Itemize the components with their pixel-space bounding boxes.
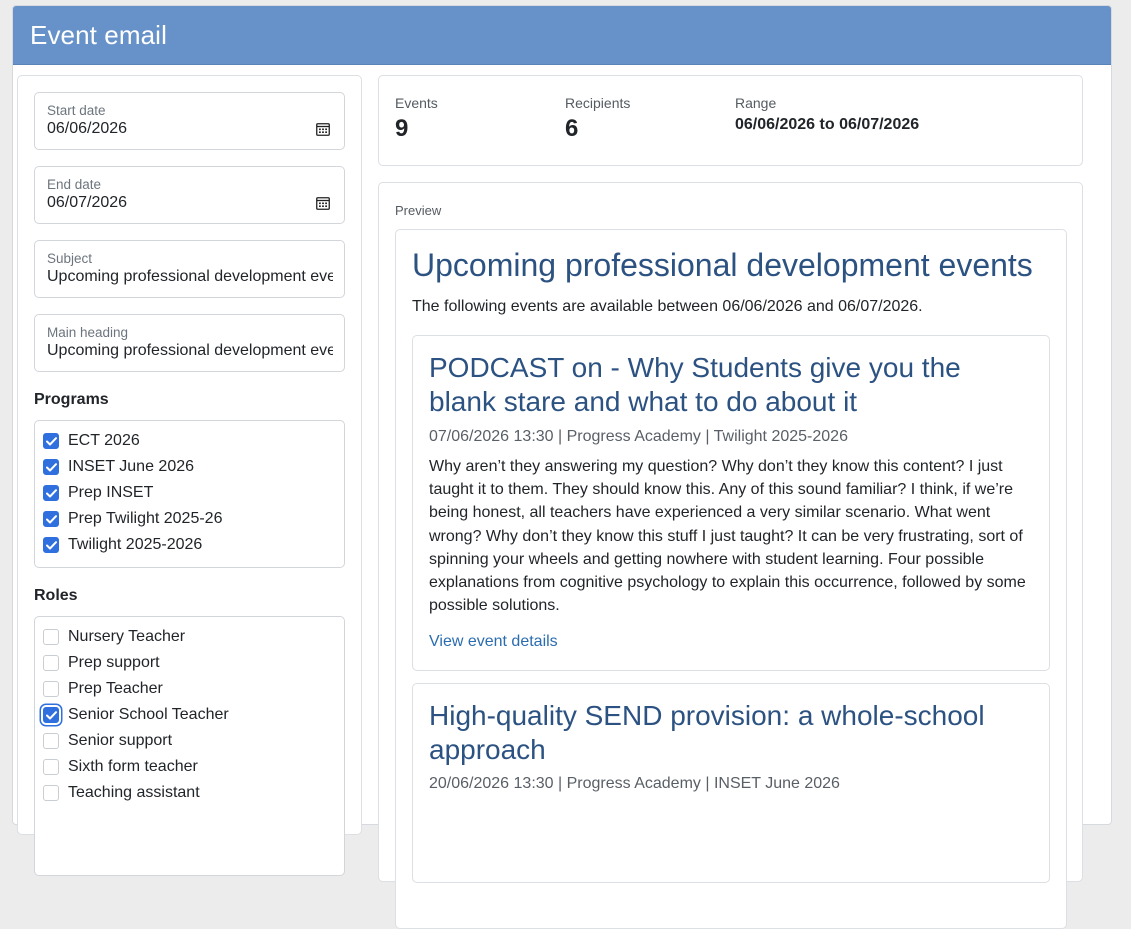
checked-checkbox[interactable] [43, 459, 59, 475]
role-label: Prep support [68, 654, 160, 671]
checked-checkbox[interactable] [43, 511, 59, 527]
program-checkbox-row[interactable]: Prep INSET [43, 482, 153, 504]
end-date-value[interactable]: 06/07/2026 [47, 194, 333, 212]
event-title: PODCAST on - Why Students give you the b… [429, 352, 961, 417]
checkmark-icon [45, 514, 57, 523]
main-heading-label: Main heading [47, 325, 129, 340]
programs-list: ECT 2026 INSET June 2026 Prep INSET Prep Tw… [34, 420, 345, 568]
event-description: Why aren’t they answering my question? W… [429, 458, 1026, 615]
preview-panel: Preview Upcoming professional developmen… [378, 182, 1083, 929]
checkmark-icon [45, 462, 57, 471]
role-label: Prep Teacher [68, 680, 163, 697]
checked-checkbox[interactable] [43, 485, 59, 501]
event-meta: 07/06/2026 13:30 | Progress Academy | Tw… [429, 428, 848, 445]
calendar-icon[interactable] [316, 122, 330, 136]
role-label: Sixth form teacher [68, 758, 198, 775]
start-date-value[interactable]: 06/06/2026 [47, 120, 333, 138]
program-label: Prep INSET [68, 484, 154, 501]
events-stat: Events 9 [395, 95, 438, 143]
program-label: INSET June 2026 [68, 458, 195, 475]
role-checkbox-row[interactable]: Nursery Teacher [43, 626, 185, 648]
start-date-field[interactable]: Start date 06/06/2026 [34, 92, 345, 150]
events-count: 9 [395, 115, 409, 142]
program-label: Twilight 2025-2026 [68, 536, 203, 553]
role-label: Senior School Teacher [68, 706, 229, 723]
program-label: Prep Twilight 2025-26 [68, 510, 223, 527]
program-checkbox-row[interactable]: ECT 2026 [43, 430, 140, 452]
checked-checkbox[interactable] [43, 707, 59, 723]
start-date-label: Start date [47, 103, 106, 118]
filter-panel: Start date 06/06/2026 End date 06/07/202… [17, 75, 362, 876]
email-heading: Upcoming professional development events [412, 247, 1033, 283]
range-value: 06/06/2026 to 06/07/2026 [735, 116, 920, 133]
role-checkbox-row[interactable]: Teaching assistant [43, 782, 200, 804]
main-heading-field[interactable]: Main heading Upcoming professional devel… [34, 314, 345, 372]
checkmark-icon [45, 540, 57, 549]
program-label: ECT 2026 [68, 432, 140, 449]
event-card: High-quality SEND provision: a whole-sch… [412, 683, 1050, 883]
unchecked-checkbox[interactable] [43, 681, 59, 697]
subject-input[interactable]: Upcoming professional development eve [47, 268, 333, 286]
unchecked-checkbox[interactable] [43, 733, 59, 749]
unchecked-checkbox[interactable] [43, 759, 59, 775]
email-intro: The following events are available betwe… [412, 298, 923, 315]
roles-list: Nursery Teacher Prep support Prep Teacher S… [34, 616, 345, 876]
role-checkbox-row[interactable]: Prep support [43, 652, 160, 674]
summary-stats: Events 9 Recipients 6 Range 06/06/2026 t… [378, 75, 1083, 166]
view-event-details-link[interactable]: View event details [429, 633, 558, 651]
checkmark-icon [45, 710, 57, 719]
program-checkbox-row[interactable]: Twilight 2025-2026 [43, 534, 202, 556]
programs-title: Programs [34, 391, 109, 408]
window-title: Event email [30, 19, 167, 50]
checkmark-icon [45, 488, 57, 497]
range-stat: Range 06/06/2026 to 06/07/2026 [735, 95, 919, 134]
preview-label: Preview [395, 203, 442, 218]
recipients-label: Recipients [565, 95, 631, 111]
unchecked-checkbox[interactable] [43, 785, 59, 801]
title-bar: Event email [13, 6, 1111, 65]
calendar-icon[interactable] [316, 196, 330, 210]
role-checkbox-row[interactable]: Senior School Teacher [43, 704, 229, 726]
subject-label: Subject [47, 251, 93, 266]
event-card: PODCAST on - Why Students give you the b… [412, 335, 1050, 671]
main-heading-input[interactable]: Upcoming professional development eve [47, 342, 333, 360]
role-checkbox-row[interactable]: Prep Teacher [43, 678, 163, 700]
roles-title: Roles [34, 587, 78, 604]
event-meta: 20/06/2026 13:30 | Progress Academy | IN… [429, 775, 840, 792]
role-label: Nursery Teacher [68, 628, 186, 645]
checked-checkbox[interactable] [43, 537, 59, 553]
checked-checkbox[interactable] [43, 433, 59, 449]
role-checkbox-row[interactable]: Sixth form teacher [43, 756, 198, 778]
subject-field[interactable]: Subject Upcoming professional developmen… [34, 240, 345, 298]
checkmark-icon [45, 436, 57, 445]
recipients-stat: Recipients 6 [565, 95, 630, 143]
role-checkbox-row[interactable]: Senior support [43, 730, 172, 752]
unchecked-checkbox[interactable] [43, 655, 59, 671]
end-date-label: End date [47, 177, 102, 192]
program-checkbox-row[interactable]: INSET June 2026 [43, 456, 194, 478]
range-label: Range [735, 95, 777, 111]
email-preview: Upcoming professional development events… [395, 229, 1067, 929]
unchecked-checkbox[interactable] [43, 629, 59, 645]
events-label: Events [395, 95, 438, 111]
end-date-field[interactable]: End date 06/07/2026 [34, 166, 345, 224]
event-title: High-quality SEND provision: a whole-sch… [429, 700, 985, 765]
program-checkbox-row[interactable]: Prep Twilight 2025-26 [43, 508, 222, 530]
recipients-count: 6 [565, 115, 579, 142]
role-label: Teaching assistant [68, 784, 200, 801]
role-label: Senior support [68, 732, 173, 749]
